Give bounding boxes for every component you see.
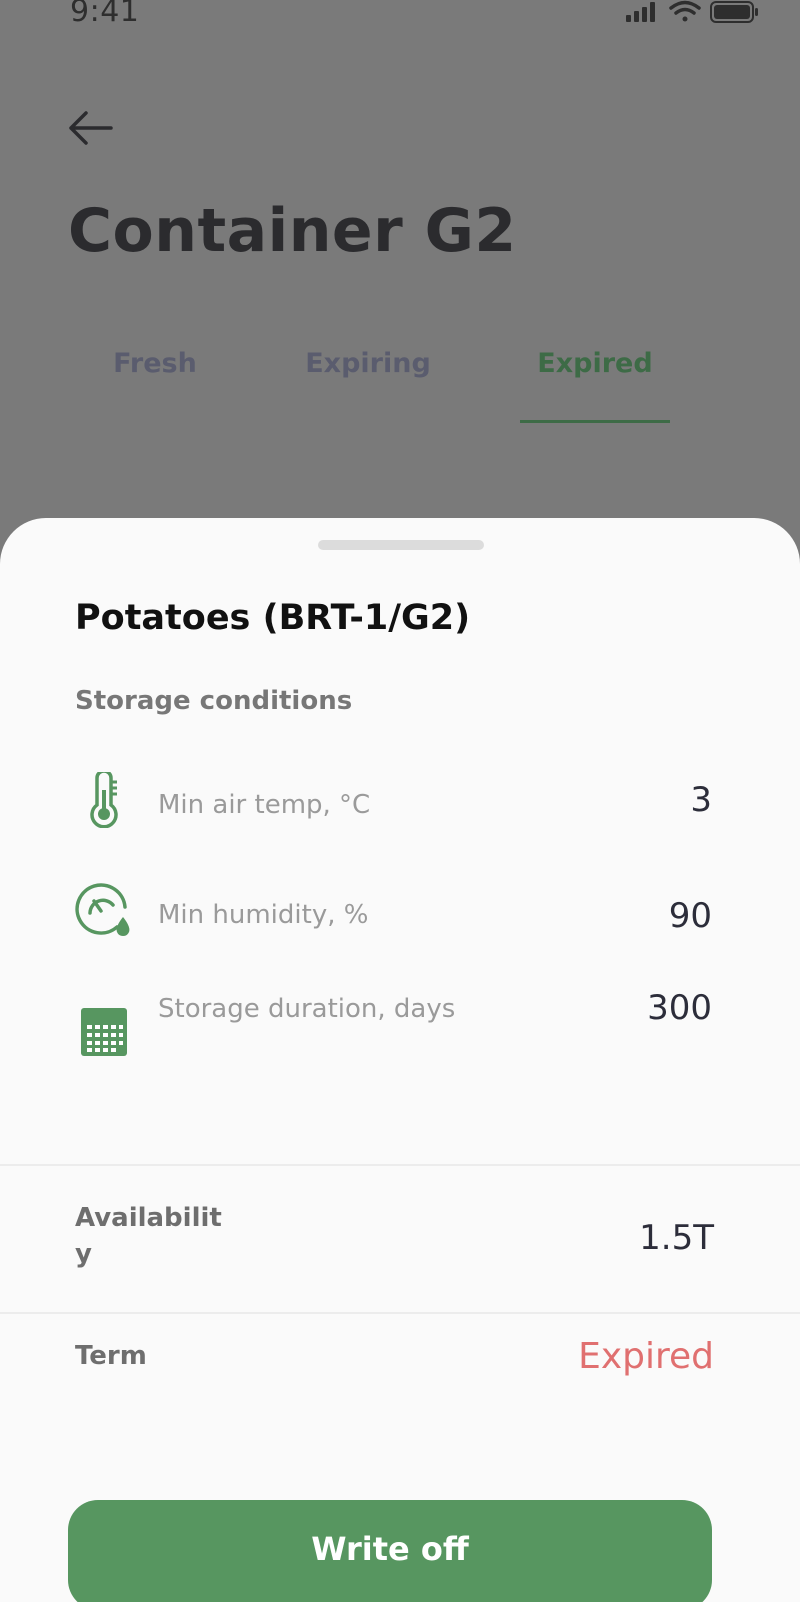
term-value: Expired xyxy=(578,1336,714,1377)
active-tab-indicator xyxy=(520,420,670,423)
back-button[interactable] xyxy=(60,100,120,156)
condition-value-duration: 300 xyxy=(647,988,712,1028)
availability-value: 1.5T xyxy=(639,1218,714,1258)
condition-value-humidity: 90 xyxy=(668,896,712,936)
divider xyxy=(0,1312,800,1314)
condition-row-duration: Storage duration, days 300 xyxy=(0,988,800,1064)
sheet-drag-handle[interactable] xyxy=(318,540,484,550)
product-details-sheet: Potatoes (BRT-1/G2) Storage conditions M… xyxy=(0,518,800,1602)
humidity-gauge-icon xyxy=(72,878,136,942)
thermometer-icon xyxy=(72,768,136,832)
status-bar: 9:41 xyxy=(0,0,800,32)
condition-value-temp: 3 xyxy=(690,780,712,820)
tab-fresh[interactable]: Fresh xyxy=(88,348,222,424)
page-title: Container G2 xyxy=(68,196,517,266)
product-title: Potatoes (BRT-1/G2) xyxy=(75,598,471,638)
storage-conditions-label: Storage conditions xyxy=(75,686,353,716)
divider xyxy=(0,1164,800,1166)
availability-label: Availability xyxy=(75,1203,222,1269)
condition-label-duration: Storage duration, days xyxy=(158,994,456,1024)
wifi-icon xyxy=(669,0,701,22)
write-off-button[interactable]: Write off xyxy=(68,1500,712,1602)
tab-expired[interactable]: Expired xyxy=(520,348,670,424)
calendar-icon xyxy=(72,1000,136,1064)
condition-row-humidity: Min humidity, % 90 xyxy=(0,878,800,948)
condition-label-humidity: Min humidity, % xyxy=(158,900,369,930)
signal-icon xyxy=(626,2,655,22)
condition-label-temp: Min air temp, °C xyxy=(158,790,371,820)
battery-icon xyxy=(710,1,758,23)
condition-row-temp: Min air temp, °C 3 xyxy=(0,768,800,838)
tab-expiring[interactable]: Expiring xyxy=(298,348,438,424)
tab-bar: Fresh Expiring Expired xyxy=(0,348,800,428)
screen: 9:41 Container G2 Fresh Expiring Expired… xyxy=(0,0,800,1602)
status-icons xyxy=(626,0,766,26)
status-time: 9:41 xyxy=(70,0,140,29)
term-label: Term xyxy=(75,1341,147,1371)
arrow-left-icon xyxy=(69,111,113,145)
